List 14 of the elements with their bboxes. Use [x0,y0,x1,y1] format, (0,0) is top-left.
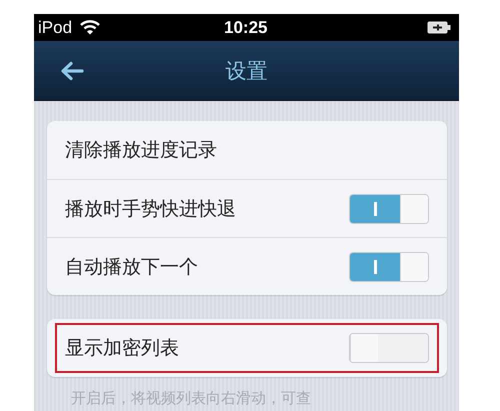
footer-note: 开启后，将视频列表向右滑动，可查 [70,388,312,408]
toggle-switch[interactable] [349,333,429,363]
battery-icon [427,21,451,34]
setting-label[interactable]: 清除播放进度记录 [65,137,217,163]
toggle-switch[interactable] [349,252,429,282]
carrier-label: iPod [38,18,72,38]
toggle-switch[interactable] [349,194,429,224]
back-arrow-icon[interactable] [60,60,84,80]
wifi-icon [80,20,100,35]
nav-title: 设置 [226,58,268,84]
status-time: 10:25 [224,18,268,38]
setting-label[interactable]: 播放时手势快进快退 [65,196,236,222]
setting-label[interactable]: 显示加密列表 [65,335,179,361]
setting-label[interactable]: 自动播放下一个 [65,254,198,280]
